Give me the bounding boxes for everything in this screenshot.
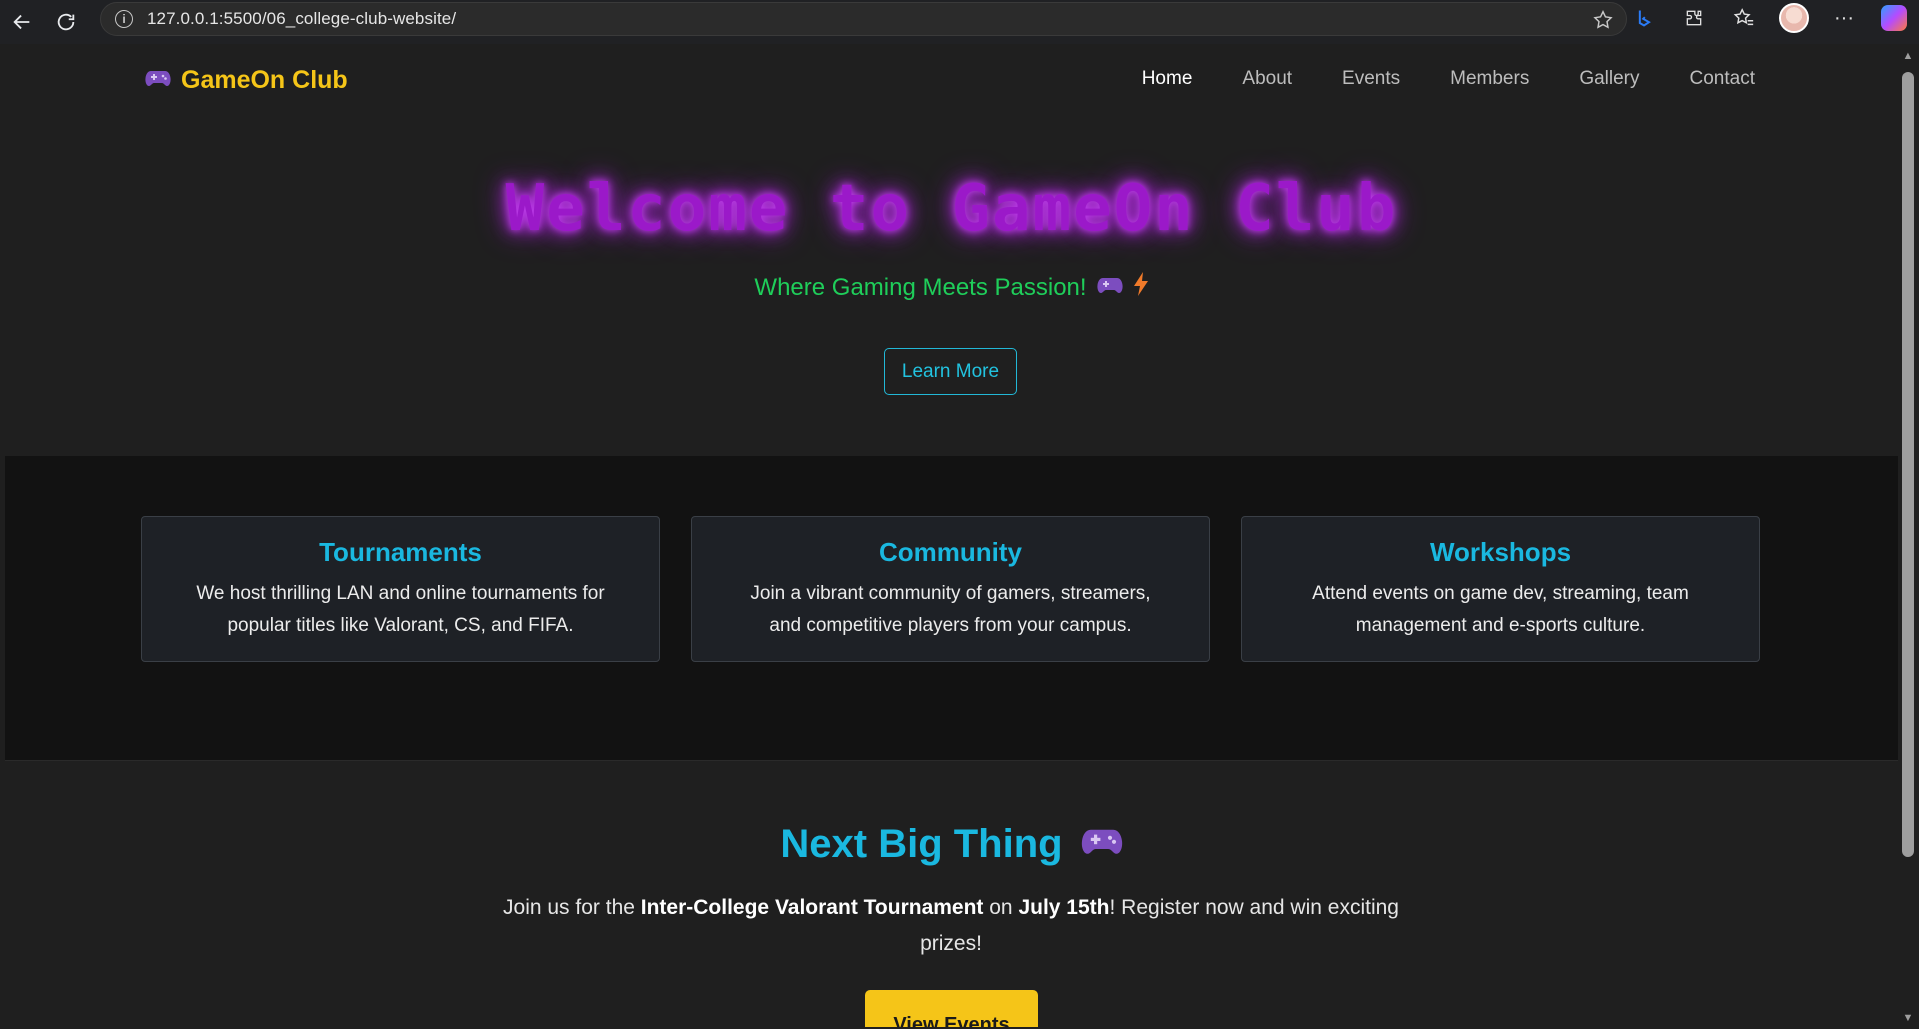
nav-link-events[interactable]: Events: [1342, 68, 1400, 90]
feature-text: Join a vibrant community of gamers, stre…: [750, 583, 1151, 636]
copilot-icon[interactable]: [1869, 0, 1919, 36]
nbt-text-mid: on: [983, 896, 1019, 919]
extensions-icon[interactable]: [1669, 0, 1719, 36]
url-text: 127.0.0.1:5500/06_college-club-website/: [147, 9, 457, 28]
features-section: Tournaments We host thrilling LAN and on…: [5, 456, 1898, 761]
hero-title: Welcome to GameOn Club: [505, 172, 1398, 246]
browser-actions: ···: [1619, 0, 1919, 36]
view-events-button[interactable]: View Events: [865, 990, 1038, 1027]
feature-card-tournaments: Tournaments We host thrilling LAN and on…: [141, 516, 660, 662]
feature-title: Community: [879, 537, 1022, 567]
feature-card-workshops: Workshops Attend events on game dev, str…: [1241, 516, 1760, 662]
info-icon[interactable]: i: [115, 10, 133, 28]
gamepad-icon: [1096, 274, 1123, 302]
feature-text: Attend events on game dev, streaming, te…: [1312, 583, 1689, 636]
back-arrow-icon[interactable]: [0, 0, 44, 44]
feature-text: We host thrilling LAN and online tournam…: [196, 583, 605, 636]
page-scrollbar[interactable]: ▲ ▼: [1898, 44, 1919, 1029]
feature-title: Workshops: [1429, 537, 1572, 567]
next-big-thing-title: Next Big Thing: [5, 822, 1898, 867]
profile-avatar[interactable]: [1769, 0, 1819, 36]
learn-more-button[interactable]: Learn More: [884, 348, 1017, 395]
nav-link-members[interactable]: Members: [1450, 68, 1529, 90]
nav-link-about[interactable]: About: [1242, 68, 1292, 90]
next-big-thing-text: Join us for the Inter-College Valorant T…: [501, 890, 1401, 962]
browser-toolbar: i 127.0.0.1:5500/06_college-club-website…: [0, 0, 1919, 44]
nbt-text-before: Join us for the: [503, 896, 641, 919]
address-bar[interactable]: i 127.0.0.1:5500/06_college-club-website…: [100, 2, 1627, 36]
nav-link-contact[interactable]: Contact: [1690, 68, 1755, 90]
scroll-down-icon[interactable]: ▼: [1902, 1012, 1914, 1024]
gamepad-icon: [1081, 822, 1123, 867]
favorites-icon[interactable]: [1719, 0, 1769, 36]
nbt-event-name: Inter-College Valorant Tournament: [640, 896, 984, 919]
nbt-event-date: July 15th: [1018, 896, 1110, 919]
nav-link-gallery[interactable]: Gallery: [1579, 68, 1639, 90]
bing-icon[interactable]: [1619, 0, 1669, 36]
brand-logo[interactable]: GameOn Club: [145, 66, 348, 95]
gamepad-icon: [145, 66, 171, 95]
feature-title: Tournaments: [319, 537, 482, 567]
nav-link-home[interactable]: Home: [1142, 68, 1193, 90]
site-navbar: GameOn Club Home About Events Members Ga…: [5, 44, 1898, 124]
scrollbar-thumb[interactable]: [1902, 72, 1914, 857]
feature-card-community: Community Join a vibrant community of ga…: [691, 516, 1210, 662]
scroll-up-icon[interactable]: ▲: [1902, 50, 1914, 62]
next-big-thing-title-text: Next Big Thing: [780, 822, 1063, 866]
nav-links: Home About Events Members Gallery Contac…: [1092, 68, 1755, 90]
more-menu-icon[interactable]: ···: [1819, 0, 1869, 36]
brand-name: GameOn Club: [181, 66, 348, 94]
refresh-icon[interactable]: [44, 0, 88, 44]
page-viewport: GameOn Club Home About Events Members Ga…: [5, 44, 1898, 1027]
hero-subtitle: Where Gaming Meets Passion!: [5, 272, 1898, 303]
hero-subtitle-text: Where Gaming Meets Passion!: [754, 273, 1087, 301]
star-icon[interactable]: [1592, 9, 1614, 36]
lightning-icon: [1133, 272, 1149, 303]
